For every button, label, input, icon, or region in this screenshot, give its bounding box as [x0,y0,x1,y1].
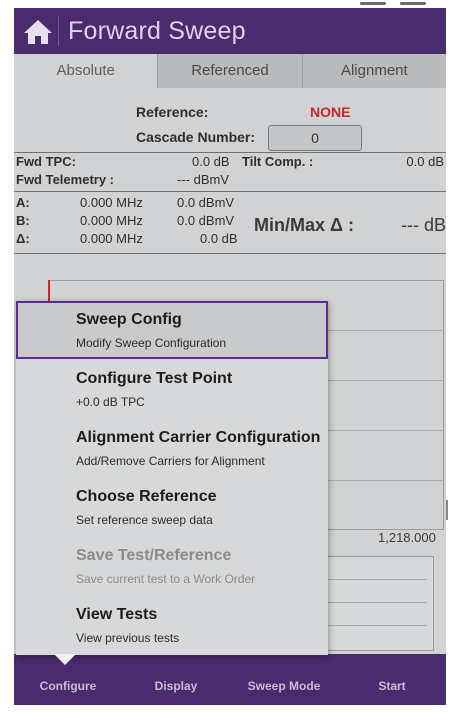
header-divider [58,16,59,46]
divider [14,152,446,153]
menu-item-subtitle: Modify Sweep Configuration [76,336,227,350]
menu-item-subtitle: Add/Remove Carriers for Alignment [76,454,265,468]
tab-referenced[interactable]: Referenced [158,54,303,88]
tilt-comp-label: Tilt Comp. : [242,154,314,169]
marker-delta-level: 0.0 dB [200,231,238,246]
configure-popup-menu: Sweep Config Modify Sweep Configuration … [16,301,328,655]
marker-b-level: 0.0 dBmV [177,213,235,228]
marker-delta-label: Δ: [16,231,30,246]
marker-a-level: 0.0 dBmV [177,195,235,210]
menu-item-subtitle: View previous tests [76,631,180,645]
cascade-number-label: Cascade Number: [136,129,256,145]
page-title: Forward Sweep [68,17,246,45]
cascade-number-field[interactable]: 0 [268,125,362,151]
menu-item-choose-reference[interactable]: Choose Reference Set reference sweep dat… [16,478,328,536]
fwd-tpc-value: 0.0 dB [192,154,230,169]
grid-line [321,602,427,603]
menu-item-title: Alignment Carrier Configuration [76,429,321,446]
tab-alignment[interactable]: Alignment [303,54,446,88]
mini-graph [314,556,434,651]
reference-value: NONE [310,104,351,120]
app-window: Forward Sweep Absolute Referenced Alignm… [14,8,446,705]
frequency-end-label: 1,218.000 [378,530,436,545]
marker-a-label: A: [16,195,30,210]
menu-item-title: Sweep Config [76,311,182,328]
minmax-delta-label: Min/Max Δ : [254,215,354,235]
menu-item-save-test-reference: Save Test/Reference Save current test to… [16,537,328,595]
menu-item-title: Choose Reference [76,488,217,505]
fwd-telemetry-label: Fwd Telemetry : [16,172,115,187]
reference-label: Reference: [136,104,209,120]
nav-display[interactable]: Display [122,654,230,705]
app-header: Forward Sweep [14,8,446,54]
menu-item-title: View Tests [76,606,158,623]
fwd-tpc-label: Fwd TPC: [16,154,76,169]
home-icon[interactable] [22,18,54,46]
tab-absolute[interactable]: Absolute [14,54,159,88]
menu-item-alignment-carrier-configuration[interactable]: Alignment Carrier Configuration Add/Remo… [16,419,328,477]
menu-item-sweep-config[interactable]: Sweep Config Modify Sweep Configuration [16,301,328,359]
minmax-delta-value: --- dB [401,215,446,235]
menu-item-subtitle: +0.0 dB TPC [76,395,145,409]
marker-b-label: B: [16,213,30,228]
nav-sweep-mode[interactable]: Sweep Mode [230,654,338,705]
tab-bar: Absolute Referenced Alignment [14,54,446,88]
divider [14,191,446,192]
marker-delta-freq: 0.000 MHz [80,231,143,246]
marker-a-freq: 0.000 MHz [80,195,143,210]
menu-item-title: Configure Test Point [76,370,233,387]
status-indicator [360,2,386,5]
bottom-nav: Configure Display Sweep Mode Start [14,654,446,705]
scrollbar[interactable] [446,500,448,520]
menu-item-subtitle: Set reference sweep data [76,513,213,527]
fwd-telemetry-value: --- dBmV [177,172,229,187]
menu-item-subtitle: Save current test to a Work Order [76,572,256,586]
tilt-comp-value: 0.0 dB [406,154,444,169]
grid-line [321,625,427,626]
divider [14,253,446,254]
menu-item-view-tests[interactable]: View Tests View previous tests [16,596,328,654]
grid-line [321,579,427,580]
menu-item-configure-test-point[interactable]: Configure Test Point +0.0 dB TPC [16,360,328,418]
nav-start[interactable]: Start [338,654,446,705]
status-indicator [400,2,426,5]
menu-item-title: Save Test/Reference [76,547,232,564]
menu-pointer [54,654,76,665]
marker-b-freq: 0.000 MHz [80,213,143,228]
